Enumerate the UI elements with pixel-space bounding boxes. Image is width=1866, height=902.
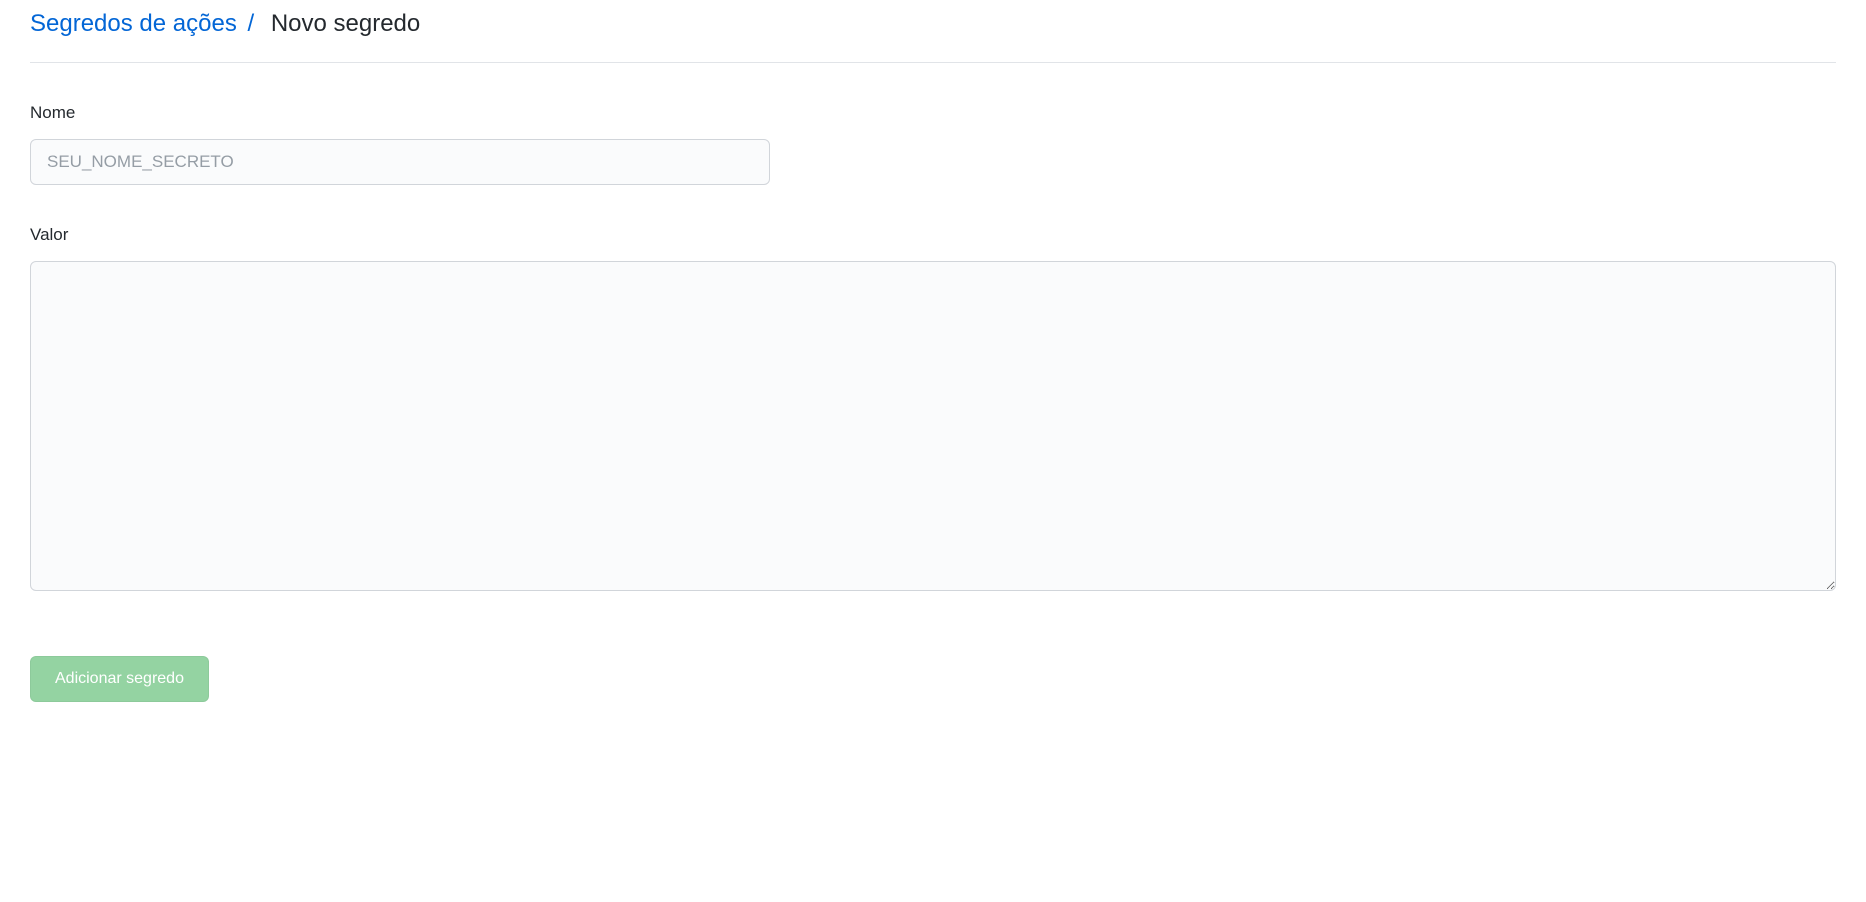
name-input[interactable] — [30, 139, 770, 185]
breadcrumb: Segredos de ações / Novo segredo — [30, 10, 1836, 63]
breadcrumb-separator: / — [247, 10, 254, 37]
form-group-name: Nome — [30, 103, 1836, 185]
name-label: Nome — [30, 103, 1836, 123]
value-textarea[interactable] — [30, 261, 1836, 591]
value-label: Valor — [30, 225, 1836, 245]
add-secret-button[interactable]: Adicionar segredo — [30, 656, 209, 702]
form-group-value: Valor — [30, 225, 1836, 596]
breadcrumb-link-secrets[interactable]: Segredos de ações — [30, 10, 237, 37]
breadcrumb-current: Novo segredo — [271, 10, 420, 37]
